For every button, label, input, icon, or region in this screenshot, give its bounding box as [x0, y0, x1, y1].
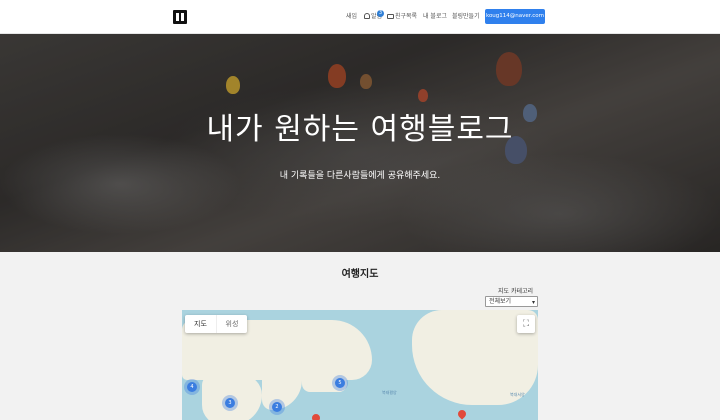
notification-badge: 3	[377, 10, 384, 17]
category-select[interactable]: 전체보기 ▾	[485, 296, 538, 307]
fullscreen-icon[interactable]: ⛶	[517, 315, 535, 333]
chevron-down-icon: ▾	[531, 299, 535, 306]
map-pin-marker[interactable]	[310, 412, 322, 420]
category-select-value: 전체보기	[489, 298, 512, 305]
nav-friends[interactable]: 친구목록	[387, 11, 417, 20]
nav-new[interactable]: 새임	[346, 11, 357, 20]
map-pin-marker[interactable]	[456, 408, 468, 420]
nav-my-blog[interactable]: 내 블로그	[423, 11, 447, 20]
top-navbar: 새임 알림 3 친구목록 내 블로그 블링만들기 koug114@naver.c…	[0, 0, 720, 34]
site-logo[interactable]	[173, 10, 187, 24]
section-title: 여행지도	[341, 269, 379, 280]
tab-satellite[interactable]: 위성	[216, 315, 247, 333]
friends-icon	[387, 14, 394, 19]
map-land-india	[262, 375, 302, 410]
sea-label: 북태평양	[382, 390, 397, 395]
hero-subtitle: 내 기록들을 다른사람들에게 공유해주세요.	[279, 171, 441, 181]
map-cluster-marker[interactable]: 4	[187, 382, 197, 392]
map-type-tabs: 지도 위성	[185, 315, 247, 333]
map-cluster-marker[interactable]: 3	[225, 398, 235, 408]
category-label: 지도 카테고리	[498, 288, 534, 295]
bell-icon	[364, 13, 370, 19]
tab-map[interactable]: 지도	[185, 315, 216, 333]
nav-friends-label: 친구목록	[395, 13, 418, 20]
hero-banner: 내가 원하는 여행블로그 내 기록들을 다른사람들에게 공유해주세요.	[0, 34, 720, 252]
map-cluster-marker[interactable]: 2	[272, 402, 282, 412]
sea-label: 북대서양	[510, 392, 525, 397]
account-button[interactable]: koug114@naver.com	[485, 9, 545, 24]
map-cluster-marker[interactable]: 5	[335, 378, 345, 388]
nav-create-blog[interactable]: 블링만들기	[452, 11, 480, 20]
travel-map[interactable]: 북태평양 북대서양 지도 위성 ⛶ 4 3 5 2	[182, 310, 538, 420]
hero-title: 내가 원하는 여행블로그	[206, 112, 514, 147]
